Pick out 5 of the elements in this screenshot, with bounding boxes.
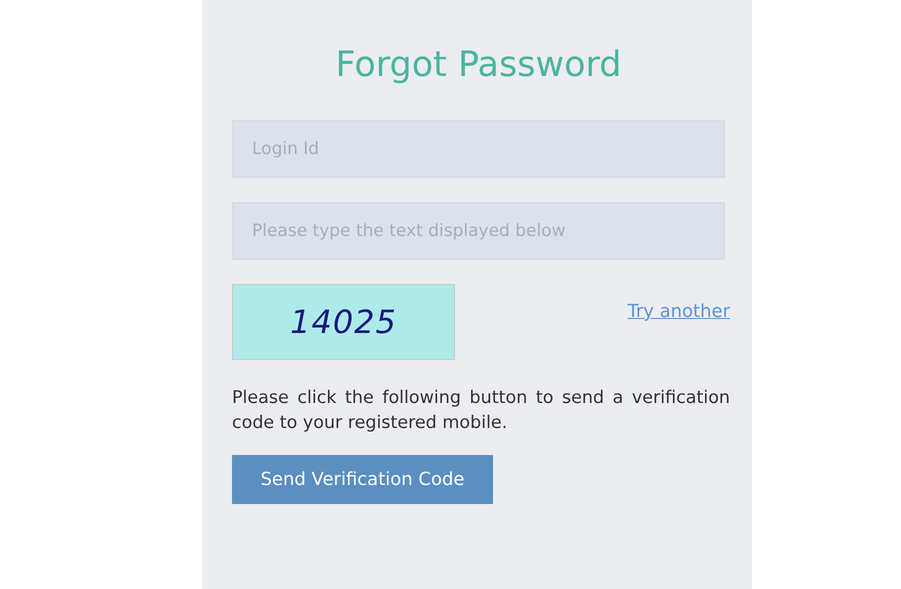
captcha-image: 14025: [232, 284, 455, 360]
send-verification-code-button[interactable]: Send Verification Code: [232, 455, 493, 504]
instruction-text: Please click the following button to send a verification code to your registered mobile.: [232, 387, 730, 434]
try-another-link[interactable]: Try another: [627, 298, 730, 325]
page-title: Forgot Password: [334, 44, 623, 86]
